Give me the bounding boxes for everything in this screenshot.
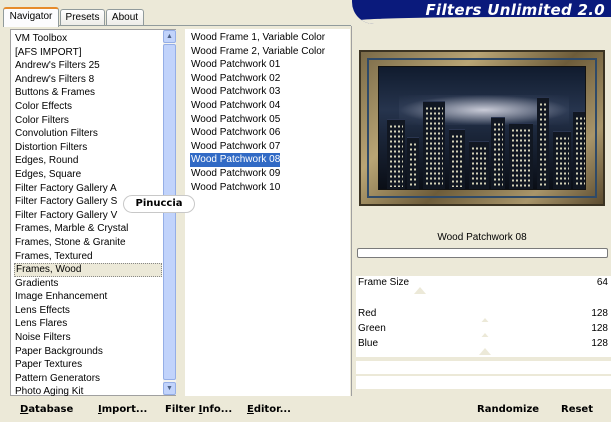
category-item[interactable]: Lens Flares (14, 317, 162, 331)
tab-presets[interactable]: Presets (60, 9, 105, 26)
filter-item[interactable]: Wood Patchwork 02 (190, 72, 280, 86)
preview-city-photo (378, 66, 586, 190)
import-button[interactable]: Import... (98, 403, 147, 417)
progress-bar (357, 248, 608, 258)
preview-image[interactable] (359, 50, 605, 206)
category-item[interactable]: Color Effects (14, 100, 162, 114)
category-item[interactable]: Frames, Wood (14, 263, 162, 277)
param-label: Red (358, 308, 377, 319)
database-button[interactable]: Database (20, 403, 73, 417)
app-title: Filters Unlimited 2.0 (425, 1, 605, 19)
category-item[interactable]: [AFS IMPORT] (14, 46, 162, 60)
filter-item[interactable]: Wood Frame 2, Variable Color (190, 45, 325, 59)
param-value: 128 (591, 323, 608, 334)
param-value: 128 (591, 338, 608, 349)
filter-item[interactable]: Wood Patchwork 09 (190, 167, 280, 181)
watermark-label: Pinuccia (123, 195, 195, 213)
param-label: Blue (358, 338, 379, 349)
slider-knob[interactable] (414, 287, 426, 294)
category-item[interactable]: Frames, Marble & Crystal (14, 222, 162, 236)
blue-slider[interactable] (356, 348, 611, 357)
filter-item[interactable]: Wood Patchwork 05 (190, 113, 280, 127)
category-item[interactable]: Image Enhancement (14, 290, 162, 304)
category-item[interactable]: Gradients (14, 277, 162, 291)
tab-about[interactable]: About (106, 9, 144, 26)
filter-item[interactable]: Wood Patchwork 01 (190, 58, 280, 72)
tab-navigator[interactable]: Navigator (3, 7, 59, 27)
filter-item[interactable]: Wood Patchwork 07 (190, 140, 280, 154)
editor-button[interactable]: Editor... (247, 403, 291, 417)
chevron-down-icon[interactable]: ▼ (163, 382, 176, 395)
filter-item[interactable]: Wood Patchwork 04 (190, 99, 280, 113)
randomize-button[interactable]: Randomize (477, 403, 539, 417)
filter-item[interactable]: Wood Frame 1, Variable Color (190, 31, 325, 45)
category-item[interactable]: Frames, Stone & Granite (14, 236, 162, 250)
filter-list[interactable]: Wood Frame 1, Variable Color Wood Frame 2… (190, 31, 325, 195)
panel-divider (351, 26, 352, 396)
param-empty-row (356, 361, 611, 374)
category-item[interactable]: Convolution Filters (14, 127, 162, 141)
filter-item[interactable]: Wood Patchwork 10 (190, 181, 280, 195)
slider-knob[interactable] (479, 348, 491, 355)
category-item[interactable]: Frames, Textured (14, 250, 162, 264)
filter-item[interactable]: Wood Patchwork 08 (190, 153, 280, 167)
category-item[interactable]: Paper Backgrounds (14, 345, 162, 359)
category-item[interactable]: Edges, Round (14, 154, 162, 168)
param-value: 128 (591, 308, 608, 319)
reset-button[interactable]: Reset (561, 403, 593, 417)
param-label: Green (358, 323, 386, 334)
category-item[interactable]: Pattern Generators (14, 372, 162, 386)
category-item[interactable]: Paper Textures (14, 358, 162, 372)
chevron-up-icon[interactable]: ▲ (163, 30, 176, 43)
category-item[interactable]: Distortion Filters (14, 141, 162, 155)
filter-item[interactable]: Wood Patchwork 06 (190, 126, 280, 140)
category-item[interactable]: VM Toolbox (14, 32, 162, 46)
param-label: Frame Size (358, 277, 410, 288)
category-item[interactable]: Noise Filters (14, 331, 162, 345)
category-item[interactable]: Lens Effects (14, 304, 162, 318)
category-item[interactable]: Andrew's Filters 8 (14, 73, 162, 87)
category-item[interactable]: Buttons & Frames (14, 86, 162, 100)
current-filter-name: Wood Patchwork 08 (437, 232, 527, 243)
category-item[interactable]: Filter Factory Gallery A (14, 182, 162, 196)
app-banner: Filters Unlimited 2.0 (352, 0, 611, 24)
param-empty-row (356, 376, 611, 389)
category-list[interactable]: VM Toolbox [AFS IMPORT] Andrew's Filters 2… (14, 32, 162, 399)
filter-info-button[interactable]: Filter Info... (165, 403, 232, 417)
category-item[interactable]: Color Filters (14, 114, 162, 128)
param-value: 64 (596, 277, 608, 288)
filter-item[interactable]: Wood Patchwork 03 (190, 85, 280, 99)
filter-list-panel: Wood Frame 1, Variable Color Wood Frame 2… (185, 29, 350, 396)
category-item[interactable]: Andrew's Filters 25 (14, 59, 162, 73)
category-item[interactable]: Edges, Square (14, 168, 162, 182)
param-frame-size: Frame Size 64 (356, 276, 611, 290)
